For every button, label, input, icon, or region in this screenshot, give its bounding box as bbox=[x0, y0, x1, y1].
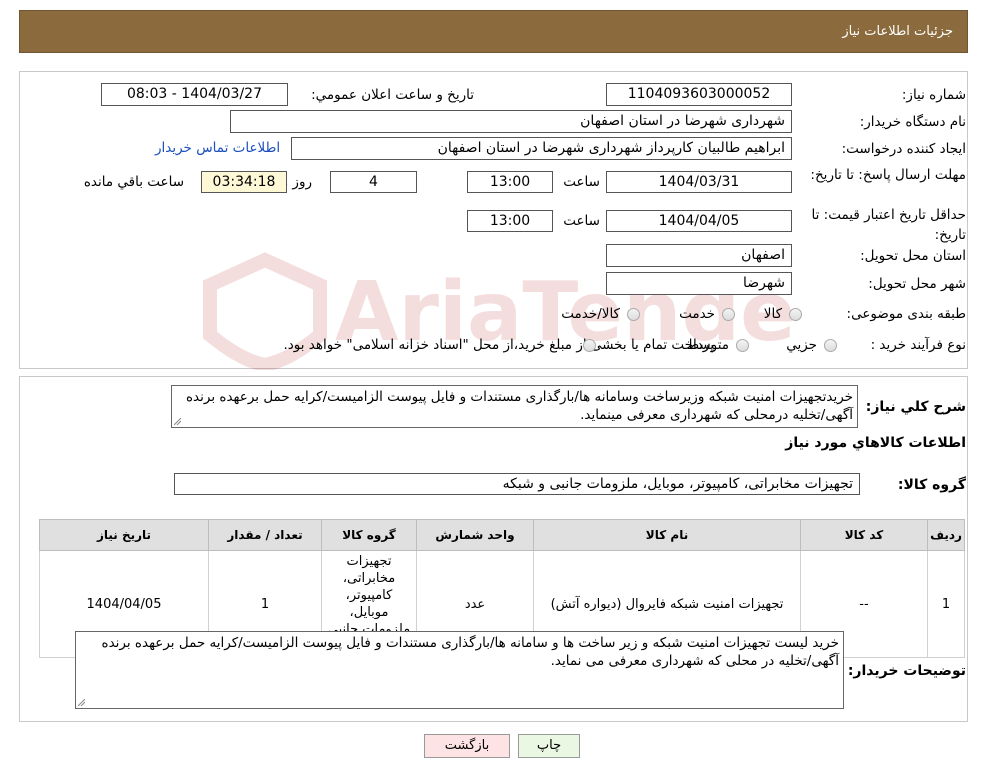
description-textarea[interactable]: خریدتجهیزات امنیت شبکه وزیرساخت وسامانه … bbox=[171, 385, 858, 428]
back-button[interactable]: بازگشت bbox=[424, 734, 510, 758]
col-item-name: نام کالا bbox=[533, 519, 801, 551]
description-label: شرح کلي نياز: bbox=[865, 399, 966, 415]
cell-row-number: 1 bbox=[927, 550, 965, 658]
category-label: طبقه بندی موضوعی: bbox=[846, 306, 966, 322]
process-label: نوع فرآيند خريد : bbox=[870, 337, 966, 353]
resize-grip-icon[interactable] bbox=[78, 699, 85, 706]
category-goods-label: کالا bbox=[763, 306, 782, 322]
price-validity-time-field: 13:00 bbox=[467, 210, 553, 232]
remaining-time-label: ساعت باقي مانده bbox=[83, 174, 184, 190]
page-title: جزئیات اطلاعات نیاز bbox=[842, 24, 953, 39]
deadline-date-field: 1404/03/31 bbox=[606, 171, 792, 193]
price-validity-label: حداقل تاريخ اعتبار قيمت: تا تاريخ: bbox=[811, 207, 966, 243]
process-medium-radio[interactable] bbox=[736, 339, 749, 352]
city-field: شهرضا bbox=[606, 272, 792, 295]
announce-datetime-field: 1404/03/27 - 08:03 bbox=[101, 83, 288, 106]
city-label: شهر محل تحويل: bbox=[868, 276, 966, 292]
price-validity-date-field: 1404/04/05 bbox=[606, 210, 792, 232]
process-small-label: جزيي bbox=[786, 337, 817, 353]
category-goods-service-label: کالا/خدمت bbox=[561, 306, 620, 322]
requester-label: ايجاد کننده درخواست: bbox=[841, 141, 966, 157]
process-small-radio[interactable] bbox=[824, 339, 837, 352]
print-button[interactable]: چاپ bbox=[518, 734, 580, 758]
goods-section-title: اطلاعات کالاهاي مورد نياز bbox=[785, 435, 966, 451]
category-goods-service-radio[interactable] bbox=[627, 308, 640, 321]
process-payment-note: پرداخت تمام یا بخشی از مبلغ خرید،از محل … bbox=[283, 337, 714, 353]
buyer-org-field: شهرداری شهرضا در استان اصفهان bbox=[230, 110, 792, 133]
col-item-code: کد کالا bbox=[800, 519, 928, 551]
col-unit: واحد شمارش bbox=[416, 519, 534, 551]
description-text: خریدتجهیزات امنیت شبکه وزیرساخت وسامانه … bbox=[185, 389, 853, 423]
announce-datetime-label: تاريخ و ساعت اعلان عمومي: bbox=[311, 87, 474, 103]
buyer-org-label: نام دستگاه خريدار: bbox=[859, 114, 966, 130]
province-field: اصفهان bbox=[606, 244, 792, 267]
goods-group-field: تجهیزات مخابراتی، کامپیوتر، موبایل، ملزو… bbox=[174, 473, 860, 495]
col-goods-group: گروه کالا bbox=[321, 519, 417, 551]
deadline-time-label: ساعت bbox=[563, 174, 600, 190]
deadline-label: مهلت ارسال پاسخ: تا تاريخ: bbox=[810, 167, 966, 183]
need-number-label: شماره نياز: bbox=[901, 87, 966, 103]
need-number-field: 1104093603000052 bbox=[606, 83, 792, 106]
province-label: استان محل تحويل: bbox=[860, 248, 966, 264]
col-quantity: تعداد / مقدار bbox=[208, 519, 322, 551]
goods-group-label: گروه کالا: bbox=[897, 477, 966, 493]
category-service-radio[interactable] bbox=[722, 308, 735, 321]
col-need-date: تاريخ نياز bbox=[39, 519, 209, 551]
page-header: جزئیات اطلاعات نیاز bbox=[19, 10, 968, 53]
process-payment-checkbox[interactable] bbox=[583, 339, 596, 352]
buyer-contact-link[interactable]: اطلاعات تماس خريدار bbox=[155, 140, 280, 156]
days-field: 4 bbox=[330, 171, 417, 193]
buyer-notes-text: خرید لیست تجهیزات امنیت شبکه و زیر ساخت … bbox=[101, 635, 840, 669]
table-header-row: رديف کد کالا نام کالا واحد شمارش گروه کا… bbox=[39, 519, 965, 551]
price-validity-time-label: ساعت bbox=[563, 213, 600, 229]
category-service-label: خدمت bbox=[679, 306, 715, 322]
requester-field: ابراهیم طالبیان کارپرداز شهرداری شهرضا د… bbox=[291, 137, 792, 160]
deadline-time-field: 13:00 bbox=[467, 171, 553, 193]
resize-grip-icon[interactable] bbox=[174, 418, 181, 425]
col-row-number: رديف bbox=[927, 519, 965, 551]
buyer-notes-label: توضيحات خريدار: bbox=[847, 663, 966, 679]
category-goods-radio[interactable] bbox=[789, 308, 802, 321]
buyer-notes-textarea[interactable]: خرید لیست تجهیزات امنیت شبکه و زیر ساخت … bbox=[75, 631, 844, 709]
remaining-time-field: 03:34:18 bbox=[201, 171, 287, 193]
